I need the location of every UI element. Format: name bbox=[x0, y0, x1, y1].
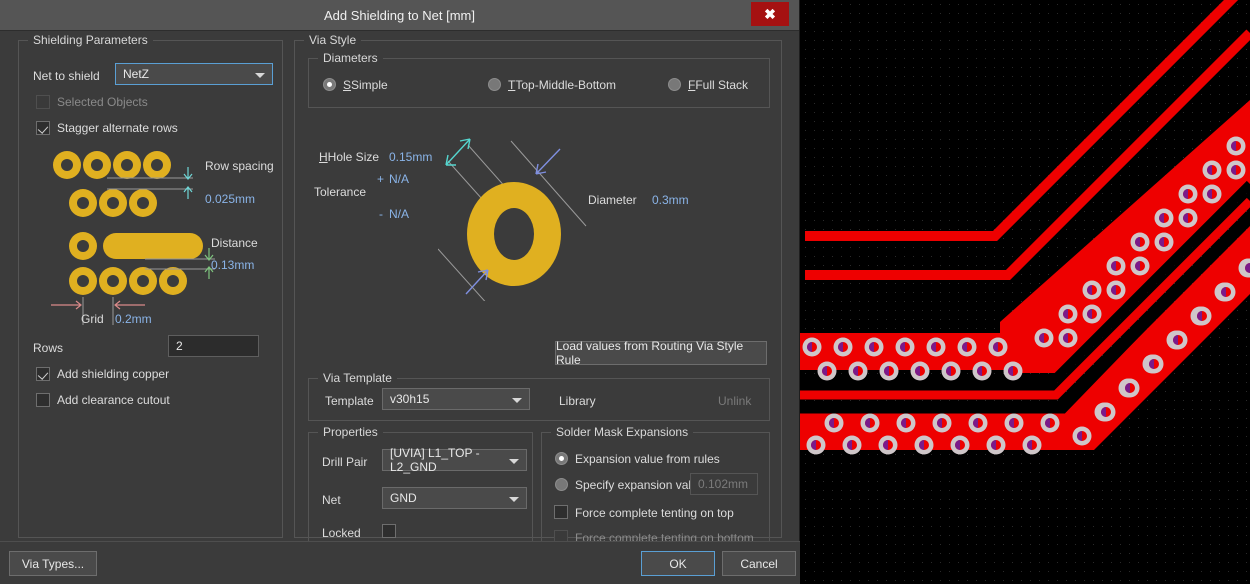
template-combo[interactable]: v30h15 bbox=[382, 388, 530, 410]
diameter-value: 0.3mm bbox=[652, 193, 689, 207]
force-tenting-top-checkbox[interactable] bbox=[554, 505, 568, 519]
radio-simple-text: Simple bbox=[351, 78, 388, 92]
drill-pair-combo[interactable]: [UVIA] L1_TOP - L2_GND bbox=[382, 449, 527, 471]
diameters-group: Diameters SSimple TTop-Middle-Bottom FFu… bbox=[308, 58, 770, 108]
distance-value: 0.13mm bbox=[211, 258, 254, 272]
shielding-parameters-group: Shielding Parameters Net to shield NetZ … bbox=[18, 40, 283, 538]
tolerance-label: Tolerance bbox=[314, 185, 366, 199]
rows-input[interactable]: 2 bbox=[168, 335, 259, 357]
dialog-titlebar: Add Shielding to Net [mm] ✖ bbox=[0, 0, 799, 31]
radio-full-stack-label: FFull Stack bbox=[688, 78, 748, 92]
net-to-shield-value: NetZ bbox=[123, 67, 149, 81]
hole-size-text: Hole Size bbox=[328, 150, 379, 164]
cancel-button[interactable]: Cancel bbox=[722, 551, 796, 576]
rows-label: Rows bbox=[33, 341, 63, 355]
tolerance-minus-sign: - bbox=[379, 207, 383, 221]
properties-legend: Properties bbox=[318, 425, 383, 439]
net-combo[interactable]: GND bbox=[382, 487, 527, 509]
radio-top-middle-bottom-text: Top-Middle-Bottom bbox=[515, 78, 616, 92]
template-value: v30h15 bbox=[390, 392, 429, 406]
close-icon[interactable]: ✖ bbox=[751, 2, 789, 26]
selected-objects-label: Selected Objects bbox=[57, 95, 148, 109]
radio-expansion-from-rules[interactable] bbox=[555, 452, 568, 465]
add-shielding-dialog: Add Shielding to Net [mm] ✖ Shielding Pa… bbox=[0, 0, 800, 584]
ok-button[interactable]: OK bbox=[641, 551, 715, 576]
specify-expansion-label: Specify expansion value bbox=[575, 478, 704, 492]
diameters-legend: Diameters bbox=[318, 51, 383, 65]
add-clearance-cutout-label: Add clearance cutout bbox=[57, 393, 170, 407]
row-spacing-value: 0.025mm bbox=[205, 192, 255, 206]
force-tenting-top-label: Force complete tenting on top bbox=[575, 506, 734, 520]
distance-label: Distance bbox=[211, 236, 258, 250]
net-to-shield-label: Net to shield bbox=[33, 69, 100, 83]
selected-objects-checkbox bbox=[36, 95, 50, 109]
radio-full-stack-text: Full Stack bbox=[695, 78, 748, 92]
specify-expansion-input[interactable]: 0.102mm bbox=[690, 473, 758, 495]
drill-pair-value: [UVIA] L1_TOP - L2_GND bbox=[390, 446, 526, 474]
via-types-button[interactable]: Via Types... bbox=[9, 551, 97, 576]
tolerance-plus-value: N/A bbox=[389, 172, 409, 186]
via-template-group: Via Template Template v30h15 Library Unl… bbox=[308, 378, 770, 421]
grid-value: 0.2mm bbox=[115, 312, 152, 326]
rows-value: 2 bbox=[176, 339, 183, 353]
radio-specify-expansion[interactable] bbox=[555, 478, 568, 491]
dialog-footer: Via Types... OK Cancel bbox=[0, 541, 800, 584]
radio-full-stack[interactable] bbox=[668, 78, 681, 91]
chevron-down-icon bbox=[509, 459, 519, 464]
diameter-label: Diameter bbox=[588, 193, 637, 207]
specify-expansion-value: 0.102mm bbox=[698, 477, 748, 491]
add-clearance-cutout-checkbox[interactable] bbox=[36, 393, 50, 407]
template-label: Template bbox=[325, 394, 374, 408]
shielding-parameters-legend: Shielding Parameters bbox=[28, 33, 153, 47]
stagger-alternate-rows-checkbox[interactable] bbox=[36, 121, 50, 135]
radio-simple-label: SSimple bbox=[343, 78, 388, 92]
library-label: Library bbox=[559, 394, 596, 408]
radio-top-middle-bottom-label: TTop-Middle-Bottom bbox=[508, 78, 616, 92]
via-template-legend: Via Template bbox=[318, 371, 397, 385]
radio-top-middle-bottom[interactable] bbox=[488, 78, 501, 91]
chevron-down-icon bbox=[255, 73, 265, 78]
add-shielding-copper-checkbox[interactable] bbox=[36, 367, 50, 381]
hole-size-value: 0.15mm bbox=[389, 150, 432, 164]
radio-simple[interactable] bbox=[323, 78, 336, 91]
net-label: Net bbox=[322, 493, 341, 507]
row-spacing-label: Row spacing bbox=[205, 159, 274, 173]
add-shielding-copper-label: Add shielding copper bbox=[57, 367, 169, 381]
grid-label: Grid bbox=[81, 312, 104, 326]
chevron-down-icon bbox=[509, 497, 519, 502]
dialog-title: Add Shielding to Net [mm] bbox=[0, 0, 799, 31]
locked-label: Locked bbox=[322, 526, 361, 540]
solder-mask-legend: Solder Mask Expansions bbox=[551, 425, 693, 439]
via-style-legend: Via Style bbox=[304, 33, 361, 47]
hole-size-label: HHole Size bbox=[319, 150, 379, 164]
unlink-link: Unlink bbox=[718, 394, 751, 408]
expansion-from-rules-label: Expansion value from rules bbox=[575, 452, 720, 466]
drill-pair-label: Drill Pair bbox=[322, 455, 367, 469]
solder-mask-expansions-group: Solder Mask Expansions Expansion value f… bbox=[541, 432, 770, 558]
via-illustration bbox=[438, 131, 588, 301]
net-to-shield-combo[interactable]: NetZ bbox=[115, 63, 273, 85]
tolerance-minus-value: N/A bbox=[389, 207, 409, 221]
load-values-button[interactable]: Load values from Routing Via Style Rule bbox=[555, 341, 767, 365]
via-style-group: Via Style Diameters SSimple TTop-Middle-… bbox=[294, 40, 782, 538]
tolerance-plus-sign: + bbox=[377, 172, 384, 186]
locked-checkbox[interactable] bbox=[382, 524, 396, 538]
net-value: GND bbox=[390, 491, 417, 505]
stagger-alternate-rows-label: Stagger alternate rows bbox=[57, 121, 178, 135]
chevron-down-icon bbox=[512, 398, 522, 403]
properties-group: Properties Drill Pair [UVIA] L1_TOP - L2… bbox=[308, 432, 533, 558]
